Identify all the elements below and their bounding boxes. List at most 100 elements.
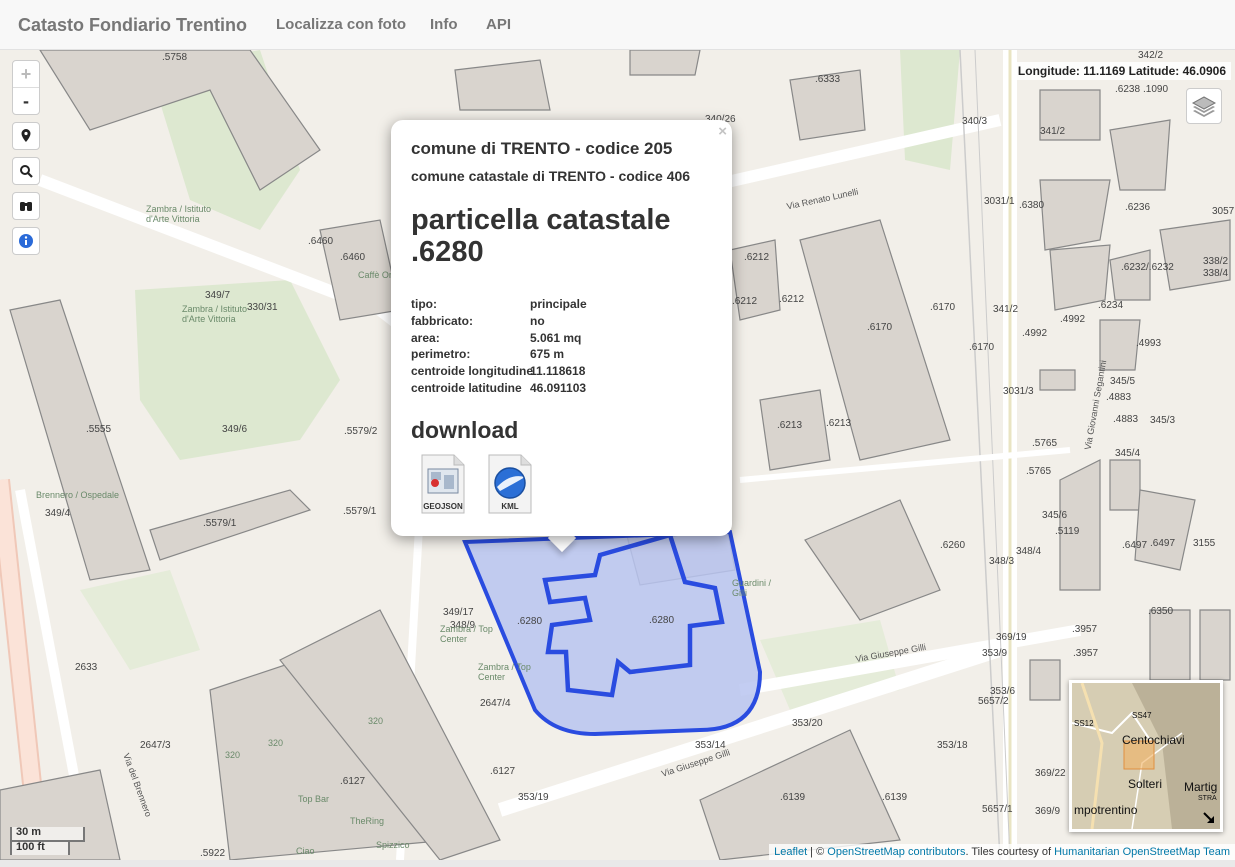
minimap-label: Solteri — [1128, 777, 1163, 791]
map-label: .6212 — [732, 296, 758, 307]
map-label: .4883 — [1113, 414, 1139, 425]
attribute-key: area: — [411, 330, 440, 345]
map-label: 3057 — [1212, 206, 1235, 217]
map-label: .6380 — [1019, 200, 1045, 211]
minimap[interactable]: Centochiavi Solteri Martig mpotrentino S… — [1069, 680, 1223, 832]
map-label: .6212 — [779, 294, 805, 305]
zoom-out-button[interactable]: - — [13, 88, 39, 114]
attribution: Leaflet | © OpenStreetMap contributors. … — [769, 844, 1235, 860]
popup-close-button[interactable]: × — [718, 123, 727, 140]
map-label: .6260 — [940, 540, 966, 551]
attribute-value: 5.061 mq — [530, 330, 582, 345]
map-label: 3031/1 — [984, 196, 1015, 207]
parcel-popup: × comune di TRENTO - codice 205 comune c… — [391, 120, 732, 536]
osm-link[interactable]: OpenStreetMap contributors — [827, 846, 965, 858]
map-label: .5765 — [1026, 466, 1052, 477]
map-label: 353/19 — [518, 792, 549, 803]
map-label: 353/14 — [695, 740, 726, 751]
map-label: 369/22 — [1035, 768, 1066, 779]
map-label: Zambra / Top Center — [478, 662, 531, 682]
search-icon — [20, 165, 33, 178]
map-marker-icon — [21, 129, 31, 142]
minimap-label: mpotrentino — [1074, 803, 1138, 817]
info-button[interactable] — [12, 227, 40, 255]
map-label: .6212 — [744, 252, 770, 263]
map-label: .6170 — [867, 322, 893, 333]
attribute-value: 46.091103 — [530, 380, 587, 395]
download-title: download — [411, 417, 519, 443]
map-label: 349/4 — [45, 508, 71, 519]
map-label: .5758 — [162, 52, 188, 63]
info-icon — [19, 234, 33, 248]
attribute-value: principale — [530, 297, 587, 311]
map-label: 338/2 — [1203, 256, 1229, 267]
search-button[interactable] — [12, 157, 40, 185]
nav-info[interactable]: Info — [430, 16, 458, 33]
map-label: .6170 — [930, 302, 956, 313]
attribute-key: tipo: — [411, 297, 437, 311]
attribute-value: 675 m — [530, 347, 565, 362]
map-label: Ciao — [296, 846, 315, 856]
attribution-sep: | © — [807, 846, 828, 858]
map-label: .6280 — [649, 615, 675, 626]
map-label: .5579/1 — [343, 506, 377, 517]
map-label: 3155 — [1193, 538, 1216, 549]
map-label: .6127 — [490, 766, 516, 777]
download-kml-label: KML — [501, 502, 519, 511]
map-label: 341/2 — [1040, 126, 1066, 137]
minimap-label: SS12 — [1074, 719, 1094, 728]
map-label: Zambra / Top Center — [440, 624, 493, 644]
map-label: 348/3 — [989, 556, 1015, 567]
attribute-key: perimetro: — [411, 347, 471, 362]
attribute-value: no — [530, 313, 545, 328]
map-label: 338/4 — [1203, 268, 1229, 279]
map-label: 348/4 — [1016, 546, 1042, 557]
leaflet-link[interactable]: Leaflet — [774, 846, 807, 858]
map-label: 5657/2 — [978, 696, 1009, 707]
map-label: .6460 — [308, 236, 334, 247]
map-label: .6497 — [1150, 538, 1176, 549]
hot-link[interactable]: Humanitarian OpenStreetMap Team — [1054, 846, 1230, 858]
map-label: .6280 — [517, 616, 543, 627]
zoom-in-button[interactable]: + — [13, 61, 39, 88]
download-kml-button[interactable]: KML — [485, 453, 535, 515]
map-label: 342/2 — [1138, 50, 1164, 61]
map-label: .6350 — [1148, 606, 1174, 617]
binoculars-button[interactable] — [12, 192, 40, 220]
minimap-label: Centochiavi — [1122, 733, 1185, 747]
map-label: 369/19 — [996, 632, 1027, 643]
minimap-label: STRA — [1198, 795, 1217, 802]
map-label: 349/6 — [222, 424, 248, 435]
locate-button[interactable] — [12, 122, 40, 150]
layers-button[interactable] — [1186, 88, 1222, 124]
nav-api[interactable]: API — [486, 16, 511, 33]
map-label: 320 — [368, 716, 384, 726]
navbar: Catasto Fondiario Trentino Localizza con… — [0, 0, 1235, 50]
map-label: 340/3 — [962, 116, 988, 127]
attribute-key: centroide longitudine — [411, 364, 533, 379]
coordinates-readout: Longitude: 11.1169 Latitude: 46.0906 — [1012, 62, 1231, 80]
popup-comune-catastale: comune catastale di TRENTO - codice 406 — [411, 168, 691, 184]
map-label: .6236 — [1125, 202, 1151, 213]
map-label: .4992 — [1060, 314, 1086, 325]
nav-localizza-con-foto[interactable]: Localizza con foto — [276, 16, 406, 33]
binoculars-icon — [20, 202, 32, 211]
brand-title[interactable]: Catasto Fondiario Trentino — [18, 15, 247, 36]
map-label: 353/18 — [937, 740, 968, 751]
map-label: .6139 — [780, 792, 806, 803]
popup-comune: comune di TRENTO - codice 205 — [411, 139, 673, 158]
map-label: .6234 — [1098, 300, 1124, 311]
map-label: TheRing — [350, 816, 385, 826]
download-geojson-button[interactable]: GEOJSON — [418, 453, 468, 515]
map-label: 349/7 — [205, 290, 231, 301]
attribute-key: centroide latitudine — [411, 380, 522, 395]
scale-bar: 30 m 100 ft — [10, 827, 85, 855]
zoom-control: + - — [12, 60, 40, 115]
map-label: Top Bar — [298, 794, 330, 804]
map-label: 341/2 — [993, 304, 1019, 315]
minimap-toggle-icon[interactable] — [1202, 811, 1216, 825]
map-label: Zambra / Istituto d'Arte Vittoria — [182, 304, 248, 324]
map-canvas[interactable]: .5758 .6333 342/2 .6238 .1090 341/2 340/… — [0, 50, 1235, 860]
map-label: .3957 — [1072, 624, 1098, 635]
map-label: .6232/.6232 — [1121, 262, 1174, 273]
